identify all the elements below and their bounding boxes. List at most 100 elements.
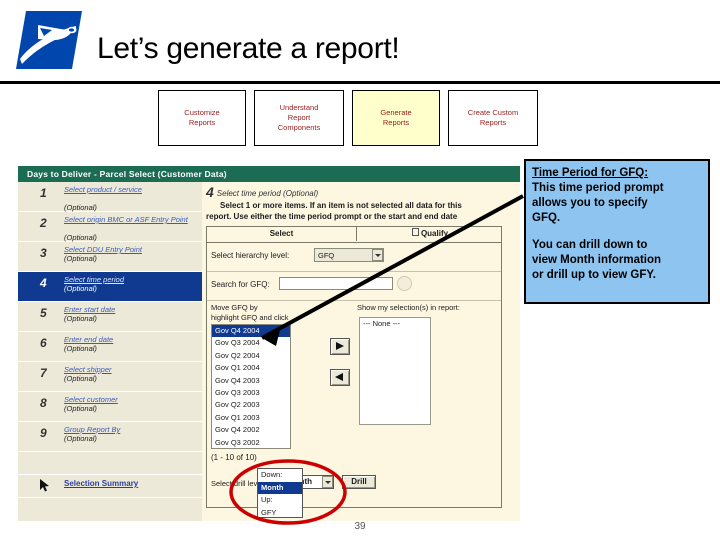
list-item[interactable]: Gov Q1 2004: [212, 362, 290, 374]
step-label: Group Report By: [64, 425, 121, 434]
step-label: Enter end date: [64, 335, 114, 344]
panel-tab-bar: Select Qualify: [207, 227, 501, 243]
sidebar-item-selection-summary[interactable]: Selection Summary: [18, 475, 202, 498]
hierarchy-level-value: GFQ: [318, 251, 335, 260]
sidebar-step-5[interactable]: 5 Enter start date (Optional): [18, 302, 202, 332]
step-label: Select origin BMC or ASF Entry Point: [64, 215, 188, 224]
step-optional: (Optional): [64, 233, 97, 242]
app-title-bar: Days to Deliver - Parcel Select (Custome…: [18, 166, 520, 182]
list-item[interactable]: Gov Q2 2004: [212, 350, 290, 362]
mouse-cursor-icon: [40, 479, 49, 492]
prompt-step-number: 4: [206, 184, 214, 200]
app-step-sidebar: 1 Select product / service (Optional) 2 …: [18, 182, 202, 521]
callout-time-period-for-gfq: Time Period for GFQ: This time period pr…: [524, 159, 710, 304]
callout-para2-line1: You can drill down to: [532, 238, 648, 251]
search-gfq-input[interactable]: [279, 277, 393, 290]
hierarchy-level-label: Select hierarchy level:: [211, 251, 290, 260]
search-icon[interactable]: [397, 276, 412, 291]
dropdown-option[interactable]: Up:: [258, 494, 302, 507]
drill-level-dropdown-options[interactable]: Down: Month Up: GFY: [257, 468, 303, 518]
dropdown-option[interactable]: GFY: [258, 507, 302, 518]
nav-button-line1: Create Custom: [467, 108, 519, 117]
nav-button-group: Customize Reports Understand Report Comp…: [158, 90, 540, 146]
tab-qualify-label: Qualify: [420, 229, 449, 238]
step-number: 9: [40, 426, 47, 440]
callout-paragraph-gap: [532, 227, 702, 238]
sidebar-step-6[interactable]: 6 Enter end date (Optional): [18, 332, 202, 362]
list-item[interactable]: Gov Q4 2003: [212, 375, 290, 387]
move-instruction-text: Move GFQ by highlight GFQ and click: [211, 303, 329, 322]
move-left-button[interactable]: [330, 369, 350, 386]
step-optional: (Optional): [64, 203, 97, 212]
nav-button-generate-reports[interactable]: Generate Reports: [352, 90, 440, 146]
sidebar-step-7[interactable]: 7 Select shipper (Optional): [18, 362, 202, 392]
callout-title: Time Period for GFQ:: [532, 167, 649, 179]
step-number: 7: [40, 366, 47, 380]
dropdown-option[interactable]: Down:: [258, 469, 302, 482]
qualify-box-icon: [411, 228, 419, 236]
search-gfq-label: Search for GFQ:: [211, 280, 270, 289]
sidebar-step-1[interactable]: 1 Select product / service (Optional): [18, 182, 202, 212]
list-item[interactable]: Gov Q4 2002: [212, 424, 290, 436]
sidebar-step-3[interactable]: 3 Select DDU Entry Point (Optional): [18, 242, 202, 272]
tab-qualify[interactable]: Qualify: [358, 227, 502, 241]
step-label: Select DDU Entry Point: [64, 245, 142, 254]
callout-para2-line3: or drill up to view GFY.: [532, 269, 656, 282]
arrow-right-icon: [336, 342, 344, 350]
chevron-down-icon[interactable]: [322, 476, 333, 488]
nav-button-line2: Reports: [479, 118, 507, 127]
show-selection-label: Show my selection(s) in report:: [357, 303, 460, 312]
list-item[interactable]: Gov Q4 2004: [212, 325, 290, 338]
step-label: Select product / service: [64, 185, 142, 194]
drill-control-row: Select drill level: Month Drill: [211, 475, 501, 495]
step-number: 6: [40, 336, 47, 350]
list-item[interactable]: Gov Q3 2002: [212, 437, 290, 448]
list-item[interactable]: Gov Q1 2003: [212, 412, 290, 424]
move-instruction-line-1: Move GFQ by: [211, 303, 258, 312]
move-instruction-line-2: highlight GFQ and click: [211, 312, 289, 322]
step-number: 2: [40, 216, 47, 230]
usps-eagle-logo: [16, 11, 82, 69]
nav-button-line3: Components: [277, 123, 321, 132]
prompt-instructions: Select 1 or more items. If an item is no…: [206, 200, 520, 222]
nav-button-line1: Generate: [380, 108, 412, 117]
list-item[interactable]: --- None ---: [360, 318, 430, 329]
selected-items-listbox[interactable]: --- None ---: [359, 317, 431, 425]
step-number: 3: [40, 246, 47, 260]
list-item[interactable]: Gov Q3 2004: [212, 337, 290, 349]
sidebar-step-9[interactable]: 9 Group Report By (Optional): [18, 422, 202, 452]
step-label: Select time period: [64, 275, 125, 284]
prompt-instruction-line-2: report. Use either the time period promp…: [206, 212, 458, 221]
step-optional: (Optional): [64, 434, 97, 443]
prompt-heading: 4 Select time period (Optional): [206, 184, 318, 200]
nav-button-line2: Reports: [188, 118, 216, 127]
list-item[interactable]: Gov Q3 2003: [212, 387, 290, 399]
nav-button-line1: Customize: [184, 108, 220, 117]
step-number: 5: [40, 306, 47, 320]
nav-button-line2: Reports: [382, 118, 410, 127]
gfq-available-listbox[interactable]: Gov Q4 2004 Gov Q3 2004 Gov Q2 2004 Gov …: [211, 324, 291, 449]
move-right-button[interactable]: [330, 338, 350, 355]
hierarchy-level-row: Select hierarchy level: GFQ: [207, 243, 501, 272]
step-optional: (Optional): [64, 404, 97, 413]
step-number: 4: [40, 276, 47, 290]
nav-button-create-custom-reports[interactable]: Create Custom Reports: [448, 90, 538, 146]
step-optional: (Optional): [64, 254, 97, 263]
app-main-panel: 4 Select time period (Optional) Select 1 …: [202, 182, 520, 521]
nav-button-understand-report-components[interactable]: Understand Report Components: [254, 90, 344, 146]
sidebar-step-4[interactable]: 4 Select time period (Optional): [18, 272, 202, 302]
sidebar-step-2[interactable]: 2 Select origin BMC or ASF Entry Point (…: [18, 212, 202, 242]
drill-button[interactable]: Drill: [342, 475, 376, 489]
sidebar-step-8[interactable]: 8 Select customer (Optional): [18, 392, 202, 422]
hierarchy-level-select[interactable]: GFQ: [314, 248, 384, 262]
arrow-left-icon: [335, 373, 343, 381]
prompt-heading-text: Select time period (Optional): [216, 189, 319, 198]
chevron-down-icon[interactable]: [372, 249, 383, 261]
callout-para1-line1: This time period prompt: [532, 182, 664, 194]
step-optional: (Optional): [64, 344, 97, 353]
list-item[interactable]: Gov Q2 2003: [212, 399, 290, 411]
nav-button-customize-reports[interactable]: Customize Reports: [158, 90, 246, 146]
tab-select[interactable]: Select: [207, 227, 357, 241]
step-label: Select customer: [64, 395, 118, 404]
dropdown-option[interactable]: Month: [258, 481, 302, 494]
